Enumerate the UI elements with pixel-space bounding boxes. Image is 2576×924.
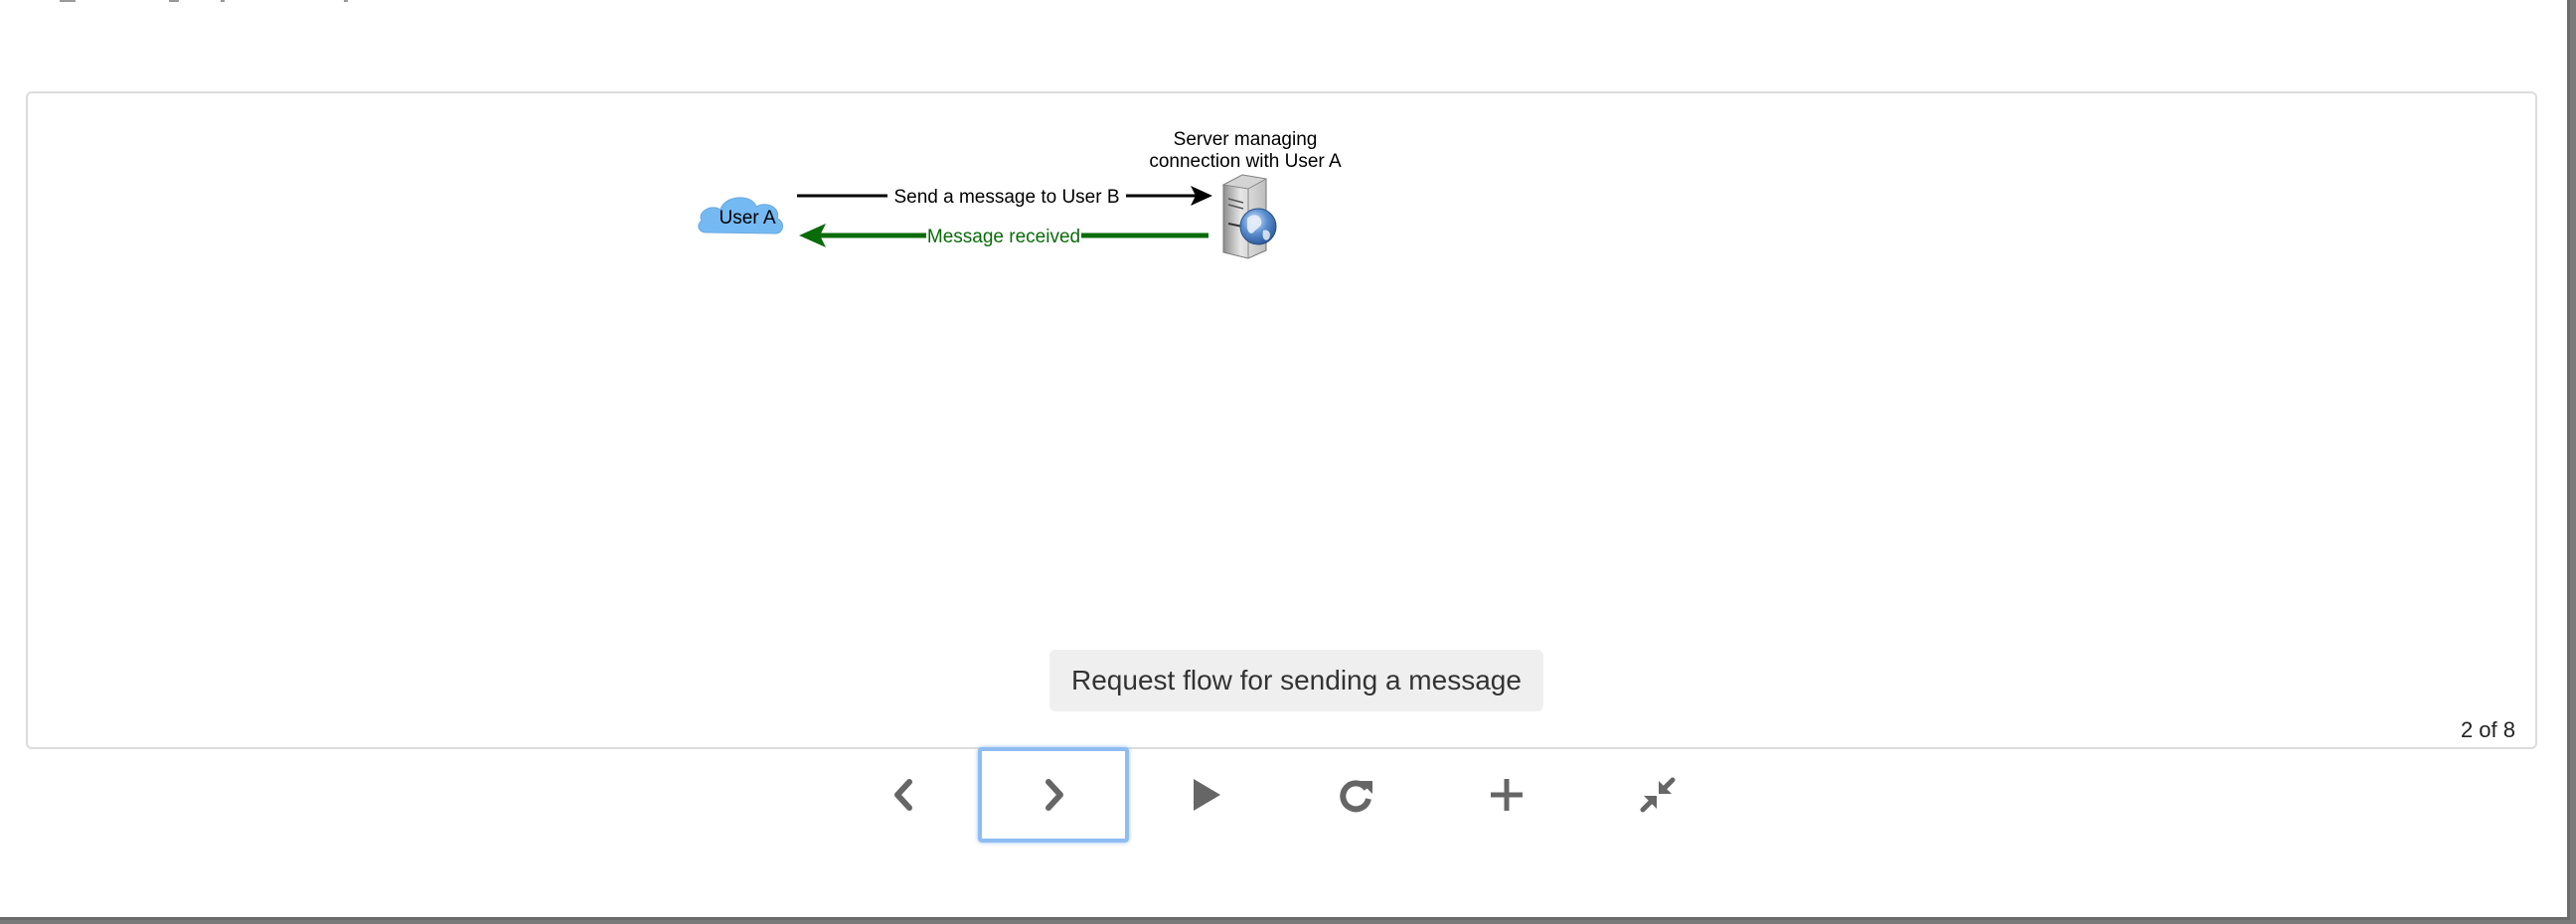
- play-icon: [1194, 779, 1220, 811]
- chevron-right-icon: [1046, 779, 1063, 811]
- page-counter: 2 of 8: [2460, 717, 2515, 742]
- user-a-label: User A: [719, 208, 775, 229]
- reload-button[interactable]: [1280, 747, 1431, 843]
- chevron-left-icon: [894, 779, 912, 811]
- response-arrow: Message received: [799, 224, 1208, 247]
- window-top-edge: [0, 0, 596, 4]
- zoom-in-button[interactable]: [1431, 747, 1582, 843]
- collapse-button[interactable]: [1582, 747, 1733, 843]
- next-button[interactable]: [978, 747, 1129, 843]
- reload-icon: [1340, 780, 1372, 813]
- viewer-window: User A Send a message to User B Message …: [0, 0, 2570, 920]
- collapse-icon: [1640, 777, 1676, 813]
- request-label: Send a message to User B: [893, 187, 1119, 208]
- server-label-line2: connection with User A: [1149, 151, 1342, 172]
- slide-caption: Request flow for sending a message: [1049, 650, 1543, 711]
- server-icon: [1221, 174, 1277, 259]
- diagram-viewer: User A Send a message to User B Message …: [26, 91, 2537, 749]
- server-label-line1: Server managing: [1174, 129, 1318, 150]
- user-a-cloud: User A: [698, 197, 783, 234]
- plus-icon: [1491, 779, 1523, 811]
- previous-button[interactable]: [829, 747, 980, 843]
- play-button[interactable]: [1129, 747, 1280, 843]
- request-arrow: Send a message to User B: [797, 186, 1212, 208]
- playback-toolbar: [0, 747, 2570, 847]
- response-label: Message received: [927, 227, 1080, 247]
